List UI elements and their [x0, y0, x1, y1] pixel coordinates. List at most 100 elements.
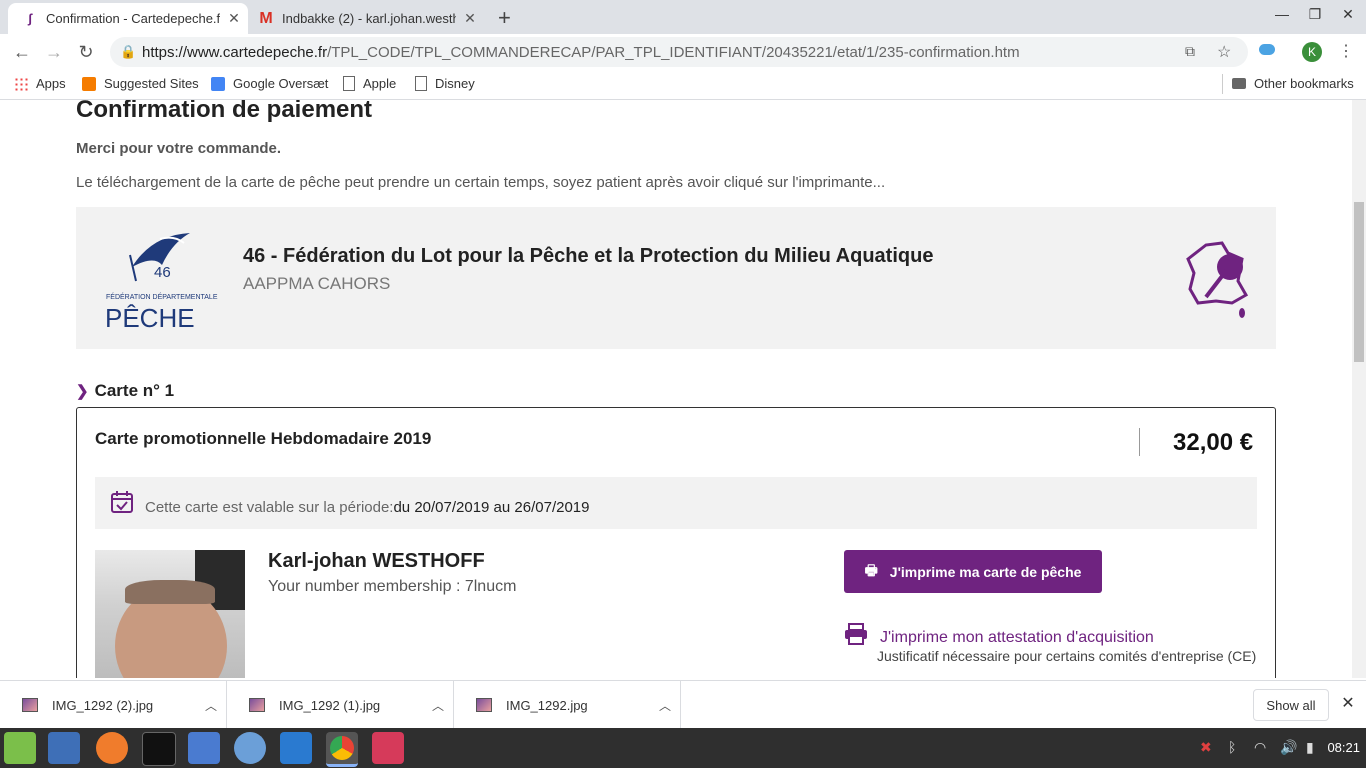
close-tab-icon[interactable]: ✕ — [462, 10, 478, 27]
holder-name: Karl-johan WESTHOFF — [268, 550, 485, 572]
bookmark-label: Disney — [435, 76, 475, 91]
vscode-icon[interactable] — [280, 732, 312, 764]
apps-grid-icon — [14, 76, 28, 91]
bookmark-suggested-sites[interactable]: Suggested Sites — [82, 76, 199, 91]
card-title: Carte promotionnelle Hebdomadaire 2019 — [95, 429, 432, 448]
minimize-icon[interactable]: — — [1272, 6, 1292, 22]
page-icon — [415, 76, 427, 91]
download-item[interactable]: IMG_1292 (1).jpg ︿ — [227, 681, 454, 729]
calendar-check-icon — [111, 490, 133, 513]
show-all-button[interactable]: Show all — [1253, 689, 1329, 721]
divider — [1222, 74, 1223, 94]
download-filename: IMG_1292 (1).jpg — [279, 697, 381, 713]
maximize-icon[interactable]: ❐ — [1305, 6, 1325, 23]
tab-title: Confirmation - Cartedepeche.fr — [46, 11, 220, 26]
page-icon — [343, 76, 355, 91]
page-title: Confirmation de paiement — [76, 100, 373, 123]
lock-icon: 🔒 — [120, 44, 137, 59]
federation-panel: 46 FÉDÉRATION DÉPARTEMENTALE PÊCHE 46 - … — [76, 207, 1276, 349]
tab-strip: ʃ Confirmation - Cartedepeche.fr ✕ M Ind… — [0, 0, 1366, 34]
tab-gmail[interactable]: M Indbakke (2) - karl.johan.westhoff ✕ — [244, 3, 484, 34]
validity-period: Cette carte est valable sur la période:d… — [95, 477, 1257, 529]
forward-icon[interactable]: → — [42, 40, 66, 64]
show-desktop-icon[interactable] — [48, 732, 80, 764]
files-icon[interactable] — [188, 732, 220, 764]
download-item[interactable]: IMG_1292 (2).jpg ︿ — [0, 681, 227, 729]
close-icon[interactable]: ✕ — [1338, 693, 1358, 713]
chevron-down-icon: ❯ — [76, 383, 89, 400]
download-filename: IMG_1292.jpg — [506, 697, 588, 713]
federation-logo: 46 FÉDÉRATION DÉPARTEMENTALE PÊCHE — [102, 225, 222, 335]
shield-icon[interactable]: ✖ — [1200, 739, 1212, 756]
suggested-sites-icon — [82, 76, 96, 91]
cloud-extension-icon[interactable] — [1259, 44, 1275, 55]
card-price: 32,00 € — [1173, 429, 1254, 456]
battery-icon[interactable]: ▮ — [1306, 739, 1314, 756]
chromium-icon[interactable] — [234, 732, 266, 764]
logo-number: 46 — [154, 264, 171, 281]
bookmark-label: Other bookmarks — [1254, 76, 1354, 91]
chevron-up-icon[interactable]: ︿ — [650, 697, 680, 714]
wifi-icon[interactable]: ◠ — [1254, 739, 1266, 756]
aappma-name: AAPPMA CAHORS — [243, 274, 391, 293]
address-bar[interactable]: 🔒 https://www.cartedepeche.fr/TPL_CODE/T… — [110, 37, 1248, 67]
tab-title: Indbakke (2) - karl.johan.westhoff — [282, 11, 456, 26]
volume-icon[interactable]: 🔊 — [1280, 739, 1297, 756]
image-viewer-icon[interactable] — [372, 732, 404, 764]
attestation-link[interactable]: J'imprime mon attestation d'acquisition — [880, 629, 1154, 647]
bookmark-apps[interactable]: Apps — [14, 76, 66, 91]
tab-confirmation[interactable]: ʃ Confirmation - Cartedepeche.fr ✕ — [8, 3, 248, 34]
logo-small-text: FÉDÉRATION DÉPARTEMENTALE — [106, 292, 218, 301]
download-bar: IMG_1292 (2).jpg ︿ IMG_1292 (1).jpg ︿ IM… — [0, 680, 1366, 729]
new-tab-icon[interactable]: + — [498, 5, 511, 31]
close-tab-icon[interactable]: ✕ — [226, 10, 242, 27]
bluetooth-icon[interactable]: ᛒ — [1228, 739, 1236, 755]
other-bookmarks[interactable]: Other bookmarks — [1232, 76, 1354, 91]
folder-icon — [1232, 78, 1246, 89]
bookmark-label: Apple — [363, 76, 397, 91]
back-icon[interactable]: ← — [10, 40, 34, 64]
chevron-up-icon[interactable]: ︿ — [196, 697, 226, 714]
thanks-text: Merci pour votre commande. — [76, 140, 282, 157]
chrome-icon[interactable] — [326, 732, 358, 767]
printer-icon[interactable] — [844, 623, 868, 645]
federation-name: 46 - Fédération du Lot pour la Pêche et … — [243, 245, 934, 267]
printer-icon: 🖶 — [864, 561, 878, 578]
image-file-icon — [22, 698, 38, 712]
page-scrollbar[interactable] — [1352, 100, 1366, 678]
print-card-button[interactable]: 🖶 J'imprime ma carte de pêche — [844, 550, 1102, 593]
bookmark-label: Google Oversæt — [233, 76, 329, 91]
attestation-note: Justificatif nécessaire pour certains co… — [877, 648, 1257, 664]
clock[interactable]: 08:21 — [1327, 740, 1360, 755]
bookmark-apple[interactable]: Apple — [343, 76, 396, 91]
profile-avatar[interactable]: K — [1302, 42, 1322, 62]
card-section-heading[interactable]: ❯ Carte n° 1 — [76, 381, 174, 401]
close-window-icon[interactable]: ✕ — [1338, 6, 1358, 23]
taskbar: ✖ ᛒ ◠ 🔊 ▮ 08:21 — [0, 728, 1366, 768]
star-icon[interactable]: ☆ — [1217, 42, 1231, 62]
period-dates: du 20/07/2019 au 26/07/2019 — [393, 499, 590, 516]
menu-icon[interactable]: ⋮ — [1338, 41, 1354, 61]
firefox-icon[interactable] — [96, 732, 128, 764]
period-label: Cette carte est valable sur la période: — [145, 499, 394, 516]
scrollbar-thumb[interactable] — [1354, 202, 1364, 362]
membership-number: Your number membership : 7lnucm — [268, 578, 517, 595]
reload-icon[interactable]: ↻ — [74, 40, 98, 64]
bookmark-disney[interactable]: Disney — [415, 76, 475, 91]
bookmark-label: Suggested Sites — [104, 76, 199, 91]
holder-photo — [95, 550, 245, 678]
card-section-label: Carte n° 1 — [94, 381, 175, 400]
fish-favicon-icon: ʃ — [27, 11, 33, 26]
logo-big-text: PÊCHE — [105, 303, 195, 333]
divider — [1139, 428, 1140, 456]
period-text: Cette carte est valable sur la période:d… — [145, 499, 590, 516]
bookmarks-bar: Apps Suggested Sites Google Oversæt Appl… — [0, 70, 1366, 100]
browser-toolbar: ← → ↻ 🔒 https://www.cartedepeche.fr/TPL_… — [0, 34, 1366, 70]
translate-icon[interactable]: ⧉ — [1185, 43, 1195, 60]
chevron-up-icon[interactable]: ︿ — [423, 697, 453, 714]
image-file-icon — [476, 698, 492, 712]
download-item[interactable]: IMG_1292.jpg ︿ — [454, 681, 681, 729]
mint-menu-icon[interactable] — [4, 732, 36, 764]
bookmark-google-translate[interactable]: Google Oversæt — [211, 76, 328, 91]
terminal-icon[interactable] — [142, 732, 176, 766]
